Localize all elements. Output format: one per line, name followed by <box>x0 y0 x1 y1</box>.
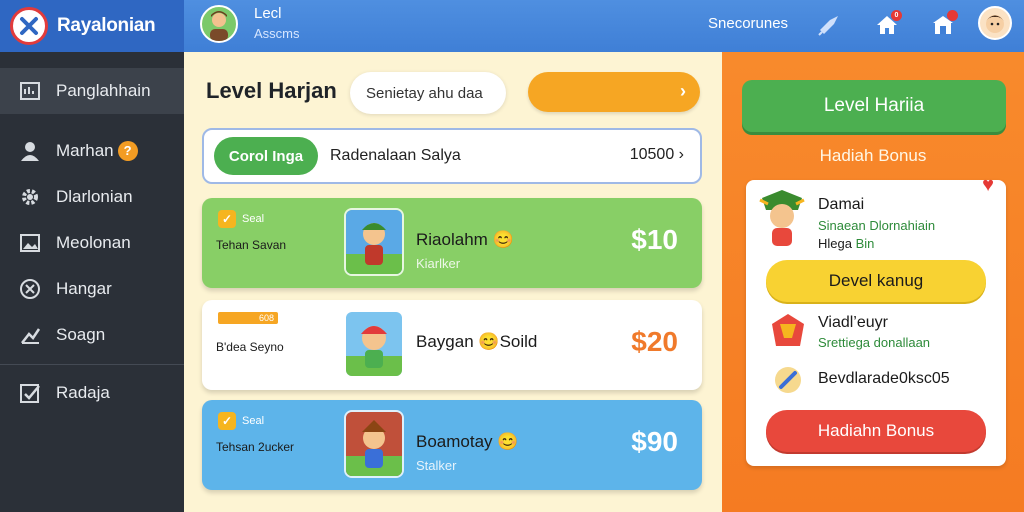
sidebar-item-dashboard[interactable]: Panglahhain <box>0 68 184 114</box>
check-icon: ✓ <box>218 210 236 228</box>
character-image <box>344 310 404 378</box>
offer-name-text: Boamotay <box>416 432 493 451</box>
chevron-right-icon: › <box>680 81 686 101</box>
badge-icon <box>768 310 808 350</box>
notification-badge: 0 <box>891 10 902 21</box>
row-title: Bevdlarade0ksc05 <box>818 370 950 387</box>
main-content: Level Harjan Senietay ahu daa › Corol In… <box>184 52 722 512</box>
help-badge: ? <box>117 141 138 161</box>
offer-card[interactable]: 608 B'dea Seyno Baygan 😊Soild $20 <box>202 300 702 390</box>
filter-amount[interactable]: 10500 › <box>630 146 684 164</box>
offer-tag-label: Seal <box>242 415 265 427</box>
page-title: Level Harjan <box>206 78 337 103</box>
rocket-icon[interactable] <box>814 10 844 40</box>
image-icon <box>18 231 42 255</box>
action-button[interactable]: › <box>528 72 700 112</box>
sidebar-item-hangar[interactable]: Hangar <box>0 266 184 312</box>
panel-heading: Hadiah Bonus <box>819 146 927 165</box>
bonus-button[interactable]: Hadiahn Bonus <box>766 410 986 452</box>
check-box-icon <box>18 381 42 405</box>
filter-pill-button[interactable]: Corol Inga <box>214 137 318 175</box>
filter-bar[interactable]: Corol Inga Radenalaan Salya 10500 › <box>202 128 702 184</box>
sidebar-item-stats[interactable]: Soagn <box>0 312 184 358</box>
profile-avatar[interactable] <box>978 6 1012 40</box>
yellow-button[interactable]: Devel kanug <box>766 260 986 302</box>
offer-name-extra: Soild <box>499 332 538 351</box>
offer-card[interactable]: ✓ Seal Tehsan 2ucker Boamotay 😊 Stalker $… <box>202 400 702 490</box>
offer-meta: Kiarlker <box>416 256 461 271</box>
user-icon <box>18 139 42 163</box>
sidebar-item-label: Dlarlonian <box>56 187 133 206</box>
check-icon: ✓ <box>218 412 236 430</box>
card-title: Damai <box>818 196 865 213</box>
character-icon <box>758 188 806 248</box>
offer-card[interactable]: ✓ Seal Tehan Savan Riaolahm 😊 Kiarlker $1… <box>202 198 702 288</box>
sword-icon <box>768 360 808 400</box>
offer-tag: ✓ Seal <box>218 412 264 430</box>
gear-icon <box>18 185 42 209</box>
smiley-icon: 😊 <box>497 432 519 451</box>
sidebar-item-user[interactable]: Marhan ? <box>0 128 184 174</box>
smiley-icon: 😊 <box>492 230 514 249</box>
offer-tag-label: Seal <box>242 213 265 225</box>
offer-subtitle: B'dea Seyno <box>216 340 284 354</box>
close-circle-icon <box>18 277 42 301</box>
chart-icon <box>18 323 42 347</box>
store-icon[interactable] <box>928 10 958 40</box>
offer-name: Baygan 😊Soild <box>416 332 537 352</box>
character-image <box>344 208 404 276</box>
card-line: Hlega Bin <box>818 236 874 251</box>
offer-tag: ✓ Seal <box>218 210 264 228</box>
brand[interactable]: Rayalonian <box>0 0 184 52</box>
store-badge <box>947 10 958 21</box>
heart-icon[interactable]: ♥ <box>982 174 994 197</box>
offer-price: $20 <box>631 326 678 357</box>
filter-label: Radenalaan Salya <box>330 147 461 164</box>
offer-name-text: Riaolahm <box>416 230 488 249</box>
card-line-dark: Hlega <box>818 236 852 251</box>
chevron-right-icon: › <box>678 146 684 163</box>
sidebar-divider <box>0 364 184 365</box>
user-avatar[interactable] <box>200 5 238 43</box>
sidebar-item-label: Marhan <box>56 141 114 160</box>
offer-name: Boamotay 😊 <box>416 432 518 452</box>
top-link[interactable]: Snecorunes <box>708 15 788 32</box>
level-button[interactable]: Level Hariia <box>742 80 1006 132</box>
sidebar: Panglahhain Marhan ? Dlarlonian Meolonan… <box>0 52 184 512</box>
bonus-panel: Level Hariia Hadiah Bonus ♥ Damai Sinaea… <box>722 52 1024 512</box>
sidebar-item-tasks[interactable]: Radaja <box>0 370 184 416</box>
card-line-green: Bin <box>855 236 875 251</box>
user-name: Lecl <box>254 5 282 22</box>
sidebar-item-media[interactable]: Meolonan <box>0 220 184 266</box>
logo-x-icon <box>10 7 48 45</box>
offer-meta: Stalker <box>416 458 457 473</box>
sidebar-item-settings[interactable]: Dlarlonian <box>0 174 184 220</box>
search-input[interactable]: Senietay ahu daa <box>350 72 506 114</box>
sidebar-item-label: Radaja <box>56 383 110 402</box>
sidebar-item-label: Panglahhain <box>56 81 151 100</box>
row-title: Viadl’euyr <box>818 314 888 331</box>
home-icon[interactable]: 0 <box>872 10 902 40</box>
app-title: Rayalonian <box>57 15 156 36</box>
card-line: Sinaean Dlornahiain <box>818 218 936 233</box>
offer-name-text: Baygan <box>416 332 474 351</box>
top-bar: Rayalonian Lecl Asscms Snecorunes 0 <box>0 0 1024 52</box>
user-subtitle: Asscms <box>254 26 300 41</box>
smiley-icon: 😊 <box>478 332 500 351</box>
offer-tag: 608 <box>218 312 278 324</box>
filter-amount-value: 10500 <box>629 146 675 163</box>
sidebar-item-label: Hangar <box>56 279 112 298</box>
offer-name: Riaolahm 😊 <box>416 230 514 250</box>
offer-subtitle: Tehan Savan <box>216 238 287 252</box>
row-subtitle: Srettiega donallaan <box>818 335 931 350</box>
offer-price: $90 <box>631 426 678 457</box>
offer-price: $10 <box>631 224 678 255</box>
dashboard-icon <box>18 79 42 103</box>
bonus-card: ♥ Damai Sinaean Dlornahiain Hlega Bin De… <box>746 174 1006 466</box>
offer-subtitle: Tehsan 2ucker <box>216 440 295 454</box>
sidebar-item-label: Meolonan <box>56 233 131 252</box>
character-image <box>344 410 404 478</box>
sidebar-item-label: Soagn <box>56 325 106 344</box>
